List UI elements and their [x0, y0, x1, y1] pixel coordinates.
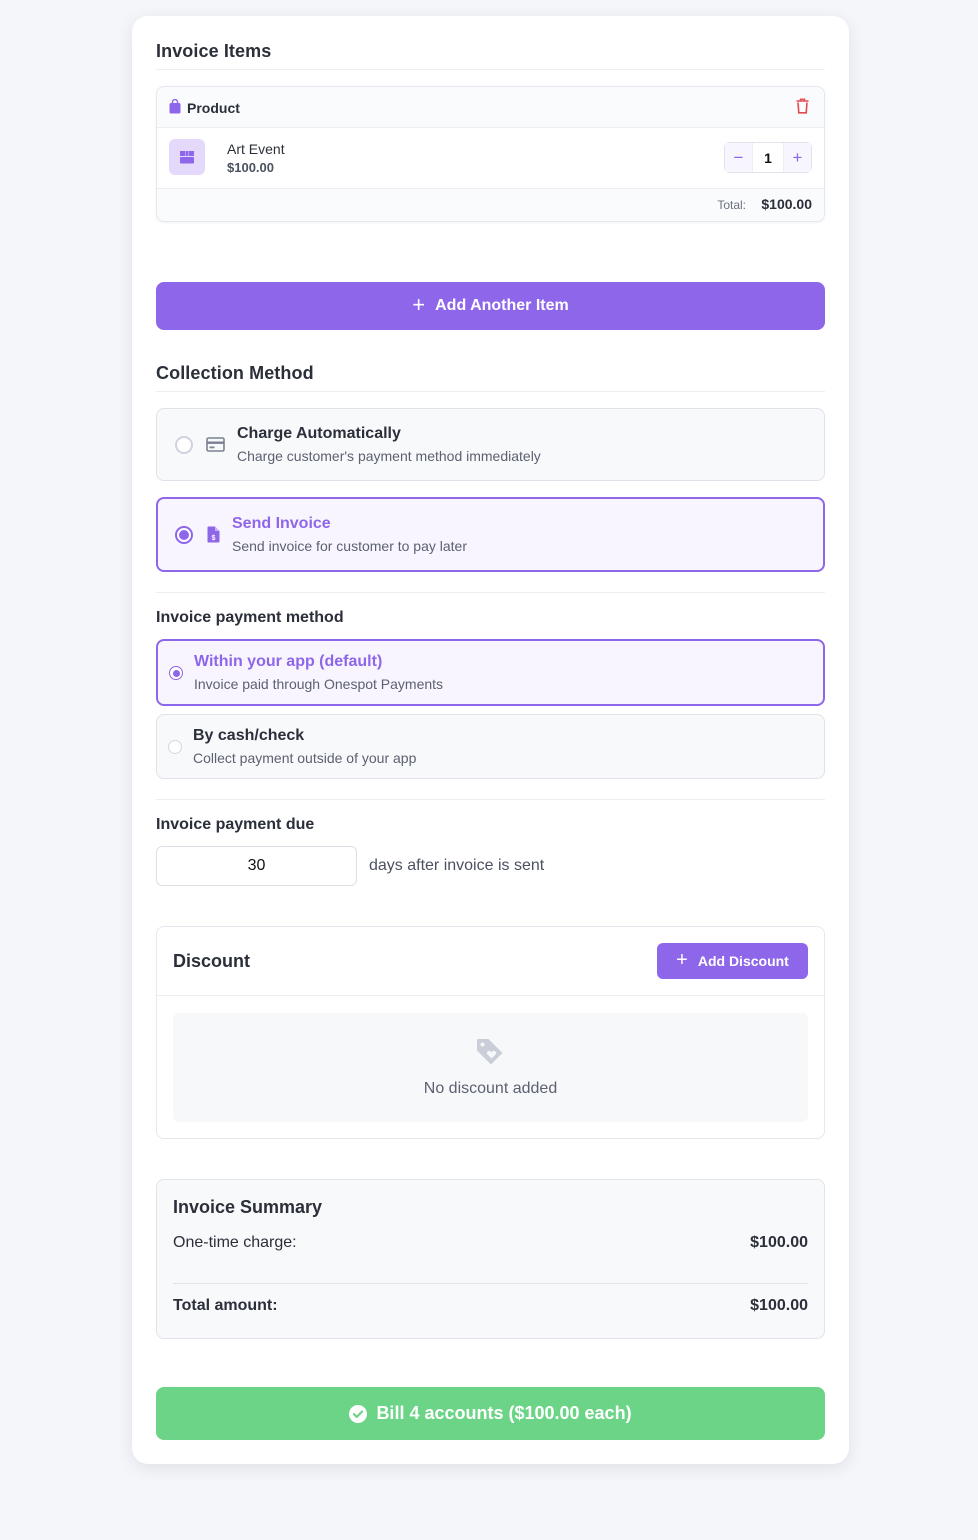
option-subtitle: Charge customer's payment method immedia…: [237, 448, 541, 464]
payment-due-title: Invoice payment due: [156, 816, 315, 833]
option-title: By cash/check: [193, 727, 305, 744]
item-header: Product: [157, 87, 824, 128]
quantity-stepper: − 1 +: [724, 142, 812, 173]
send-invoice-option[interactable]: $ Send Invoice Send invoice for customer…: [156, 497, 825, 572]
credit-card-icon: [206, 437, 225, 457]
plus-icon: +: [676, 948, 688, 971]
plus-icon: +: [412, 292, 426, 317]
item-price: $100.00: [227, 160, 274, 175]
item-footer: Total: $100.00: [157, 189, 824, 221]
increment-button[interactable]: +: [784, 143, 811, 172]
within-app-option[interactable]: Within your app (default) Invoice paid t…: [156, 639, 825, 706]
item-total-label: Total:: [717, 198, 746, 212]
quantity-input[interactable]: 1: [752, 143, 784, 172]
option-title: Within your app (default): [194, 653, 383, 670]
invoice-item-card: Product Art Event $100.00 − 1 + Total: $…: [156, 86, 825, 222]
divider: [156, 799, 825, 800]
payment-method-title: Invoice payment method: [156, 609, 344, 626]
add-discount-button[interactable]: + Add Discount: [657, 943, 808, 979]
total-amount-value: $100.00: [750, 1297, 808, 1314]
option-subtitle: Send invoice for customer to pay later: [232, 538, 468, 554]
item-row: Art Event $100.00 − 1 +: [157, 128, 824, 189]
add-another-item-button[interactable]: + Add Another Item: [156, 282, 825, 330]
tag-heart-icon: [475, 1037, 505, 1072]
payment-due-days-input[interactable]: 30: [156, 846, 357, 886]
invoice-items-title: Invoice Items: [156, 41, 272, 61]
charge-automatically-option[interactable]: Charge Automatically Charge customer's p…: [156, 408, 825, 481]
divider: [156, 391, 825, 392]
payment-due-suffix: days after invoice is sent: [369, 857, 545, 874]
product-box-icon: [169, 139, 205, 175]
add-item-label: Add Another Item: [435, 297, 569, 314]
invoice-summary: Invoice Summary One-time charge: $100.00…: [156, 1179, 825, 1339]
invoice-form-card: Invoice Items Product Art Event $100.00 …: [132, 16, 849, 1464]
discount-empty-text: No discount added: [423, 1080, 558, 1097]
radio-selected[interactable]: [175, 526, 193, 544]
decrement-button[interactable]: −: [725, 143, 752, 172]
discount-section: Discount + Add Discount No discount adde…: [156, 926, 825, 1139]
invoice-dollar-icon: $: [207, 526, 220, 548]
option-subtitle: Invoice paid through Onespot Payments: [194, 676, 444, 692]
item-type-label: Product: [187, 100, 240, 116]
svg-text:$: $: [212, 535, 216, 542]
option-title: Charge Automatically: [237, 425, 401, 442]
option-title: Send Invoice: [232, 515, 331, 532]
shopping-bag-icon: [169, 98, 181, 119]
item-name: Art Event: [227, 141, 285, 157]
add-discount-label: Add Discount: [697, 953, 789, 969]
one-time-charge-value: $100.00: [750, 1234, 808, 1251]
item-total-value: $100.00: [761, 196, 812, 212]
trash-icon[interactable]: [796, 98, 809, 119]
bill-button-label: Bill 4 accounts ($100.00 each): [376, 1403, 632, 1423]
cash-check-option[interactable]: By cash/check Collect payment outside of…: [156, 714, 825, 779]
total-amount-label: Total amount:: [173, 1297, 278, 1314]
one-time-charge-label: One-time charge:: [173, 1234, 297, 1251]
discount-empty-state: No discount added: [173, 1013, 808, 1122]
collection-method-title: Collection Method: [156, 363, 314, 383]
bill-accounts-button[interactable]: Bill 4 accounts ($100.00 each): [156, 1387, 825, 1440]
check-circle-icon: [349, 1404, 368, 1423]
option-subtitle: Collect payment outside of your app: [193, 750, 417, 766]
divider: [156, 69, 825, 70]
radio-unselected[interactable]: [175, 436, 193, 454]
divider: [157, 995, 824, 996]
divider: [156, 592, 825, 593]
divider: [173, 1283, 808, 1284]
radio-unselected[interactable]: [168, 740, 182, 754]
discount-title: Discount: [173, 951, 251, 971]
summary-title: Invoice Summary: [173, 1197, 323, 1217]
radio-selected[interactable]: [169, 666, 183, 680]
